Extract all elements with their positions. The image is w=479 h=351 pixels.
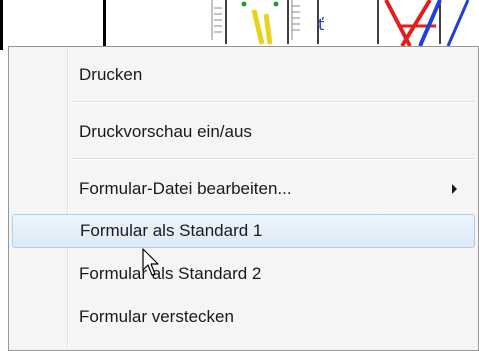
menu-item-label: Formular-Datei bearbeiten... — [79, 179, 292, 198]
menu-item-drucken[interactable]: Drucken — [12, 58, 475, 92]
menu-item-label: Drucken — [79, 65, 143, 84]
menu-item-label: Druckvorschau ein/aus — [79, 122, 252, 141]
menu-item-formular-als-standard-2[interactable]: Formular als Standard 2 — [12, 257, 475, 291]
svg-text:ť: ť — [318, 15, 324, 34]
mouse-pointer-icon — [142, 248, 159, 276]
menu-item-formular-datei-bearbeiten[interactable]: Formular-Datei bearbeiten... — [12, 172, 475, 206]
background-drawing: ť — [0, 0, 470, 50]
menu-item-formular-als-standard-1[interactable]: Formular als Standard 1 — [12, 214, 475, 248]
menu-separator — [71, 101, 475, 103]
background-document: ť — [0, 0, 479, 50]
context-menu: Drucken Druckvorschau ein/aus Formular-D… — [8, 46, 479, 351]
menu-item-label: Formular als Standard 2 — [79, 264, 262, 283]
menu-item-formular-verstecken[interactable]: Formular verstecken — [12, 300, 475, 334]
menu-item-label: Formular verstecken — [79, 307, 234, 326]
menu-separator — [71, 158, 475, 160]
chevron-right-icon — [452, 184, 457, 194]
menu-item-druckvorschau[interactable]: Druckvorschau ein/aus — [12, 115, 475, 149]
menu-item-label: Formular als Standard 1 — [80, 221, 263, 240]
